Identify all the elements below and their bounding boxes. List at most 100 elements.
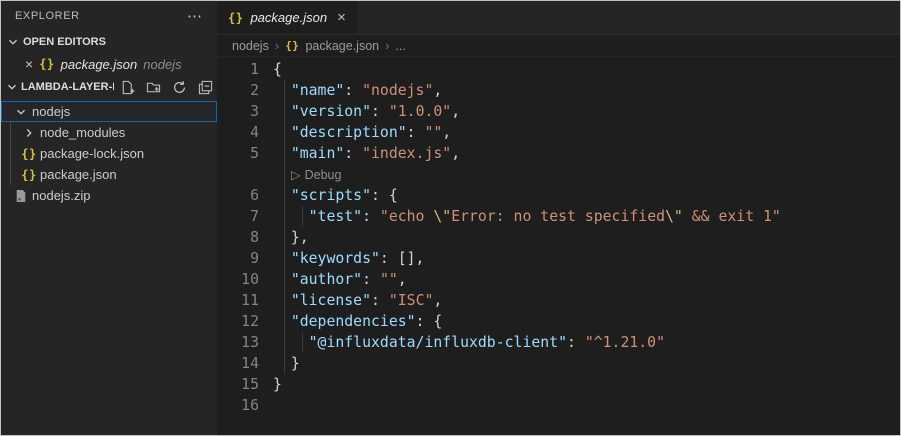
tree-item-node-modules[interactable]: node_modules [1,122,217,143]
tab-close-icon[interactable]: × [337,9,346,26]
indent-guide [284,332,285,353]
line-content: "@influxdata/influxdb-client": "^1.21.0" [308,334,666,351]
codelens-label: Debug [304,168,342,182]
tree-item-nodejs-zip[interactable]: nodejs.zip [1,185,217,206]
tree-item-nodejs[interactable]: nodejs [1,101,217,122]
line-number: 13 [241,334,259,351]
sidebar-title-row: EXPLORER ⋯ [1,1,217,31]
codelens-debug-link[interactable]: ▷ Debug [291,165,341,186]
code-line[interactable]: 7 "test": "echo \"Error: no test specifi… [217,206,900,227]
indent-guide [284,164,285,185]
indent-guide [284,185,285,206]
line-number: 2 [250,82,259,99]
line-content: "scripts": { [290,187,398,204]
line-number: 16 [241,397,259,414]
tab-bar: {} package.json × [217,1,900,35]
open-editors-header[interactable]: OPEN EDITORS [1,31,217,53]
code-line[interactable]: 15} [217,374,900,395]
line-content: "description": "", [290,124,452,141]
line-number: 6 [250,187,259,204]
indent-guide [284,353,285,374]
new-file-icon[interactable] [120,80,135,95]
code-line[interactable]: 10 "author": "", [217,269,900,290]
line-content: }, [273,229,309,246]
chevron-down-icon [5,35,21,49]
more-actions-icon[interactable]: ⋯ [187,7,203,25]
code-line[interactable]: 14 } [217,353,900,374]
indent-guide [302,206,303,227]
tree-item-label: package-lock.json [40,146,145,161]
tab-label: package.json [250,10,328,25]
open-editor-folder: nodejs [143,56,182,72]
line-number: 12 [241,313,259,330]
line-content: "keywords": [], [290,250,425,267]
chevron-right-icon: › [274,38,280,53]
line-number: 3 [250,103,259,120]
breadcrumb-file[interactable]: package.json [305,39,379,53]
tree-indent-guide [10,122,11,185]
tree-item-package-json[interactable]: {} package.json [1,164,217,185]
indent-guide [284,101,285,122]
tree-item-label: nodejs.zip [32,188,91,203]
close-icon[interactable]: × [25,57,33,71]
open-editor-filename: package.json [60,56,138,72]
line-number: 14 [241,355,259,372]
line-number: 10 [241,271,259,288]
code-line[interactable]: 12 "dependencies": { [217,311,900,332]
code-line[interactable]: 1{ [217,59,900,80]
breadcrumb-folder[interactable]: nodejs [232,39,269,53]
indent-guide [284,80,285,101]
codelens-row: ▷ Debug [217,164,900,185]
json-icon: {} [39,57,55,71]
code-line[interactable]: 3 "version": "1.0.0", [217,101,900,122]
explorer-sidebar: EXPLORER ⋯ OPEN EDITORS × {} package.jso… [1,1,217,435]
line-content: "author": "", [290,271,407,288]
code-line[interactable]: 4 "description": "", [217,122,900,143]
indent-guide [284,122,285,143]
code-line[interactable]: 2 "name": "nodejs", [217,80,900,101]
line-number [217,164,259,185]
line-content: "main": "index.js", [290,145,461,162]
tree-item-package-lock-json[interactable]: {} package-lock.json [1,143,217,164]
line-content: "dependencies": { [290,313,443,330]
indent-guide [284,248,285,269]
workspace-actions [120,80,213,95]
line-number: 5 [250,145,259,162]
line-content: } [273,355,300,372]
code-line[interactable]: 11 "license": "ISC", [217,290,900,311]
indent-guide [302,332,303,353]
code-line[interactable]: 8 }, [217,227,900,248]
chevron-right-icon [21,126,37,140]
code-line[interactable]: 13 "@influxdata/influxdb-client": "^1.21… [217,332,900,353]
line-number: 4 [250,124,259,141]
tab-package-json[interactable]: {} package.json × [217,1,357,34]
breadcrumb-symbol[interactable]: ... [395,39,405,53]
tree-item-label: node_modules [40,125,126,140]
chevron-down-icon [5,80,19,94]
indent-guide [284,311,285,332]
line-content: "license": "ISC", [290,292,443,309]
file-tree: nodejs node_modules{} package-lock.json{} p… [1,99,217,206]
new-folder-icon[interactable] [146,80,161,95]
refresh-icon[interactable] [172,80,187,95]
zip-file-icon [13,189,29,203]
code-line[interactable]: 6 "scripts": { [217,185,900,206]
workspace-header[interactable]: LAMBDA-LAYER-IN... [1,75,217,99]
explorer-title: EXPLORER [15,10,80,22]
code-line[interactable]: 9 "keywords": [], [217,248,900,269]
code-line[interactable]: 16 [217,395,900,416]
debug-run-icon: ▷ [291,168,301,182]
code-area[interactable]: 1{2 "name": "nodejs", 3 "version": "1.0.0… [217,57,900,435]
indent-guide [284,290,285,311]
line-content: "version": "1.0.0", [290,103,461,120]
open-editors-label: OPEN EDITORS [23,36,106,48]
json-icon: {} [21,146,37,161]
workspace-label: LAMBDA-LAYER-IN... [21,81,114,93]
open-editor-item[interactable]: × {} package.json nodejs [1,53,217,75]
line-content: } [273,376,282,393]
vscode-window: EXPLORER ⋯ OPEN EDITORS × {} package.jso… [0,0,901,436]
editor-area: {} package.json × nodejs › {} package.js… [217,1,900,435]
json-icon: {} [285,39,300,52]
code-line[interactable]: 5 "main": "index.js", [217,143,900,164]
collapse-all-icon[interactable] [198,80,213,95]
